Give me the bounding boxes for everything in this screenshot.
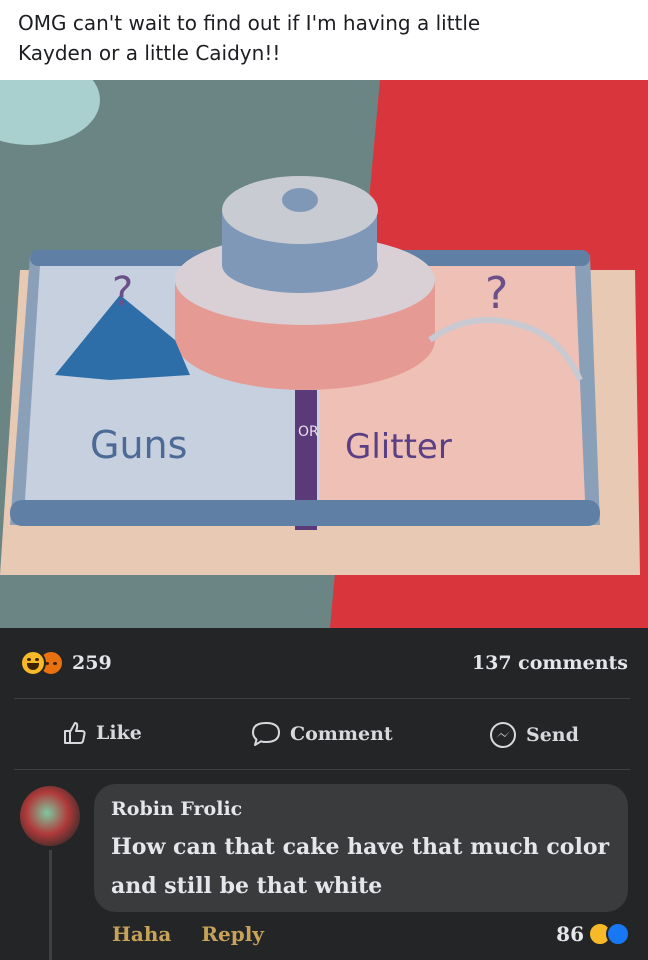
comment-reply-button[interactable]: Reply [201, 922, 264, 946]
post-caption-line2: Kayden or a little Caidyn!! [18, 41, 281, 65]
comment-reaction-count: 86 [556, 922, 584, 946]
thread-line [49, 850, 52, 960]
svg-text:?: ? [112, 269, 133, 315]
send-button[interactable]: Send [488, 720, 579, 750]
haha-icon [20, 650, 46, 676]
like-label: Like [96, 722, 142, 744]
post-actions-bar: Like Comment Send [0, 700, 648, 768]
post-caption: OMG can't wait to find out if I'm having… [18, 8, 618, 68]
reaction-count: 259 [72, 652, 112, 674]
cake-text-right: Glitter [345, 427, 452, 467]
comment-haha-button[interactable]: Haha [112, 922, 171, 946]
comment-icon [252, 722, 280, 746]
cake-photo-illustration: ? ? Guns OR Glitter [0, 80, 648, 628]
avatar[interactable] [20, 786, 80, 846]
thumbs-up-icon [64, 722, 86, 744]
post-photo[interactable]: ? ? Guns OR Glitter [0, 80, 648, 628]
comment-bubble[interactable]: Robin Frolic How can that cake have that… [94, 784, 628, 912]
post-caption-line1: OMG can't wait to find out if I'm having… [18, 11, 481, 35]
divider [14, 698, 630, 699]
comment-text: How can that cake have that much color a… [111, 834, 610, 899]
send-label: Send [526, 724, 579, 746]
comment-author[interactable]: Robin Frolic [111, 798, 242, 820]
comment-button[interactable]: Comment [250, 720, 393, 748]
post-reactions[interactable]: 259 [20, 650, 112, 676]
comment-actions: Haha Reply [112, 922, 264, 946]
like-button[interactable]: Like [62, 720, 142, 746]
comment-thread: Robin Frolic How can that cake have that… [0, 770, 648, 960]
post-text-area: OMG can't wait to find out if I'm having… [0, 0, 648, 80]
cake-text-center: OR [298, 424, 319, 440]
svg-text:?: ? [485, 268, 508, 319]
comments-count-link[interactable]: 137 comments [472, 652, 628, 674]
cake-text-left: Guns [90, 423, 187, 467]
post-stats-bar: 259 137 comments [0, 628, 648, 698]
comment-reactions[interactable]: 86 [556, 922, 630, 946]
messenger-icon [490, 722, 516, 748]
like-icon [606, 922, 630, 946]
comment-label: Comment [290, 723, 393, 745]
